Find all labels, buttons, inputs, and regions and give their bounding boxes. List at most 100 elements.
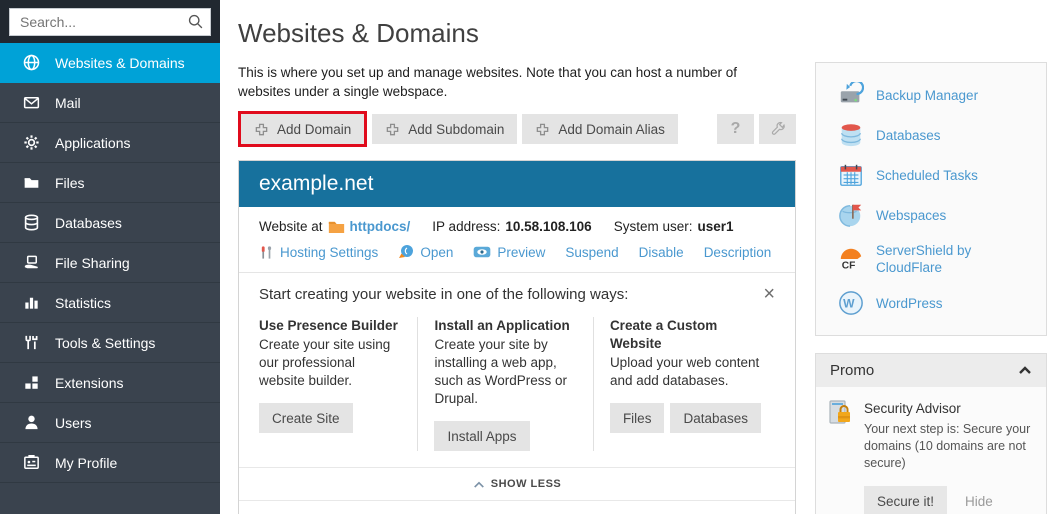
webspaces-link[interactable]: Webspaces bbox=[830, 195, 1032, 235]
servershield-link[interactable]: CF ServerShield by CloudFlare bbox=[830, 235, 1032, 283]
sidebar-item-files[interactable]: Files bbox=[0, 163, 220, 203]
share-icon bbox=[21, 253, 41, 273]
main-content: Websites & Domains This is where you set… bbox=[238, 0, 796, 514]
create-site-button[interactable]: Create Site bbox=[259, 403, 353, 433]
add-domain-button[interactable]: Add Domain bbox=[241, 114, 364, 144]
search-input[interactable] bbox=[9, 8, 211, 36]
bar-chart-icon bbox=[21, 293, 41, 313]
sidebar-item-websites-domains[interactable]: Websites & Domains bbox=[0, 43, 220, 83]
close-icon[interactable]: × bbox=[763, 286, 775, 302]
webspaces-globe-icon bbox=[838, 202, 864, 228]
databases-tool-link[interactable]: Databases bbox=[830, 115, 1032, 155]
folder-icon bbox=[21, 173, 41, 193]
install-application-column: Install an Application Create your site … bbox=[417, 317, 592, 451]
sidebar-item-label: My Profile bbox=[55, 455, 117, 471]
add-domain-alias-button[interactable]: Add Domain Alias bbox=[522, 114, 678, 144]
preview-label: Preview bbox=[497, 245, 545, 260]
disable-link[interactable]: Disable bbox=[639, 245, 684, 260]
column-text: Create your site using our professional … bbox=[259, 336, 403, 390]
domain-card: example.net Website at httpdocs/ IP addr… bbox=[238, 160, 796, 514]
hide-link[interactable]: Hide bbox=[965, 494, 993, 509]
column-text: Upload your web content and add database… bbox=[610, 354, 761, 390]
hosting-settings-link[interactable]: Hosting Settings bbox=[259, 245, 378, 260]
preview-link[interactable]: Preview bbox=[473, 245, 545, 260]
sidebar-item-users[interactable]: Users bbox=[0, 403, 220, 443]
docroot-link[interactable]: httpdocs/ bbox=[350, 219, 411, 234]
install-apps-button[interactable]: Install Apps bbox=[434, 421, 529, 451]
add-domain-label: Add Domain bbox=[277, 122, 351, 137]
sidebar-item-databases[interactable]: Databases bbox=[0, 203, 220, 243]
sidebar-item-my-profile[interactable]: My Profile bbox=[0, 443, 220, 483]
column-text: Create your site by installing a web app… bbox=[434, 336, 578, 408]
servershield-label: ServerShield by CloudFlare bbox=[876, 242, 1032, 276]
show-less-toggle[interactable]: SHOW LESS bbox=[239, 467, 795, 500]
plus-icon bbox=[535, 122, 550, 137]
add-subdomain-label: Add Subdomain bbox=[408, 122, 504, 137]
domain-actions-row: Hosting Settings Open Preview Suspend Di… bbox=[239, 238, 795, 272]
backup-manager-link[interactable]: Backup Manager bbox=[830, 75, 1032, 115]
sidebar-item-file-sharing[interactable]: File Sharing bbox=[0, 243, 220, 283]
databases-cylinder-icon bbox=[838, 122, 864, 148]
help-button[interactable]: ? bbox=[717, 114, 754, 144]
sidebar-item-label: Websites & Domains bbox=[55, 55, 185, 71]
wordpress-link[interactable]: W WordPress bbox=[830, 283, 1032, 323]
envelope-icon bbox=[21, 93, 41, 113]
search-strip bbox=[0, 0, 220, 43]
promo-actions: Secure it! Hide bbox=[864, 486, 1034, 514]
domain-name: example.net bbox=[259, 172, 373, 195]
open-site-link[interactable]: Open bbox=[398, 244, 453, 260]
domain-toolbar: Add Domain Add Subdomain Add Domain Alia… bbox=[238, 111, 796, 147]
sidebar-item-label: Tools & Settings bbox=[55, 335, 155, 351]
blocks-icon bbox=[21, 373, 41, 393]
secure-it-button[interactable]: Secure it! bbox=[864, 486, 947, 514]
column-title: Create a Custom Website bbox=[610, 317, 761, 353]
id-card-icon bbox=[21, 453, 41, 473]
getting-started-header: Start creating your website in one of th… bbox=[259, 286, 775, 303]
sidebar-item-extensions[interactable]: Extensions bbox=[0, 363, 220, 403]
globe-icon bbox=[21, 53, 41, 73]
scheduled-tasks-label: Scheduled Tasks bbox=[876, 167, 978, 184]
backup-manager-label: Backup Manager bbox=[876, 87, 978, 104]
databases-button[interactable]: Databases bbox=[670, 403, 761, 433]
description-link[interactable]: Description bbox=[704, 245, 772, 260]
chevron-up-icon bbox=[473, 480, 485, 489]
sidebar-item-mail[interactable]: Mail bbox=[0, 83, 220, 123]
add-subdomain-button[interactable]: Add Subdomain bbox=[372, 114, 517, 144]
svg-text:CF: CF bbox=[842, 260, 856, 271]
getting-started-columns: Use Presence Builder Create your site us… bbox=[259, 317, 775, 451]
tools-box: Backup Manager Databases Scheduled Tasks… bbox=[815, 62, 1047, 336]
hosting-settings-label: Hosting Settings bbox=[280, 245, 378, 260]
suspend-link[interactable]: Suspend bbox=[565, 245, 618, 260]
system-user-value: user1 bbox=[697, 219, 733, 234]
website-at-label: Website at bbox=[259, 219, 323, 234]
add-domain-highlight: Add Domain bbox=[238, 111, 367, 147]
database-icon bbox=[21, 213, 41, 233]
sidebar-item-label: File Sharing bbox=[55, 255, 130, 271]
ip-label: IP address: bbox=[432, 219, 500, 234]
sidebar-item-label: Files bbox=[55, 175, 85, 191]
sidebar-item-label: Applications bbox=[55, 135, 131, 151]
promo-body: Security Advisor Your next step is: Secu… bbox=[816, 387, 1046, 514]
promo-text-block: Security Advisor Your next step is: Secu… bbox=[864, 399, 1034, 514]
files-button[interactable]: Files bbox=[610, 403, 665, 433]
plesk-panel: Websites & Domains Mail Applications Fil… bbox=[0, 0, 1049, 514]
sidebar-item-statistics[interactable]: Statistics bbox=[0, 283, 220, 323]
sidebar-item-tools-settings[interactable]: Tools & Settings bbox=[0, 323, 220, 363]
promo-header[interactable]: Promo bbox=[816, 354, 1046, 387]
open-site-icon bbox=[398, 244, 414, 260]
svg-text:W: W bbox=[843, 297, 855, 311]
scheduled-tasks-link[interactable]: Scheduled Tasks bbox=[830, 155, 1032, 195]
gear-icon bbox=[21, 133, 41, 153]
backup-manager-icon bbox=[838, 82, 864, 108]
sidebar-nav: Websites & Domains Mail Applications Fil… bbox=[0, 43, 220, 483]
tools-icon bbox=[21, 333, 41, 353]
system-user-label: System user: bbox=[614, 219, 693, 234]
page-settings-button[interactable] bbox=[759, 114, 796, 144]
custom-website-column: Create a Custom Website Upload your web … bbox=[593, 317, 775, 451]
sidebar-item-applications[interactable]: Applications bbox=[0, 123, 220, 163]
search-icon[interactable] bbox=[187, 13, 204, 35]
presence-builder-column: Use Presence Builder Create your site us… bbox=[259, 317, 417, 451]
domain-banner: example.net bbox=[239, 161, 795, 207]
column-buttons: Files Databases bbox=[610, 403, 761, 433]
collapse-icon bbox=[1018, 362, 1032, 379]
